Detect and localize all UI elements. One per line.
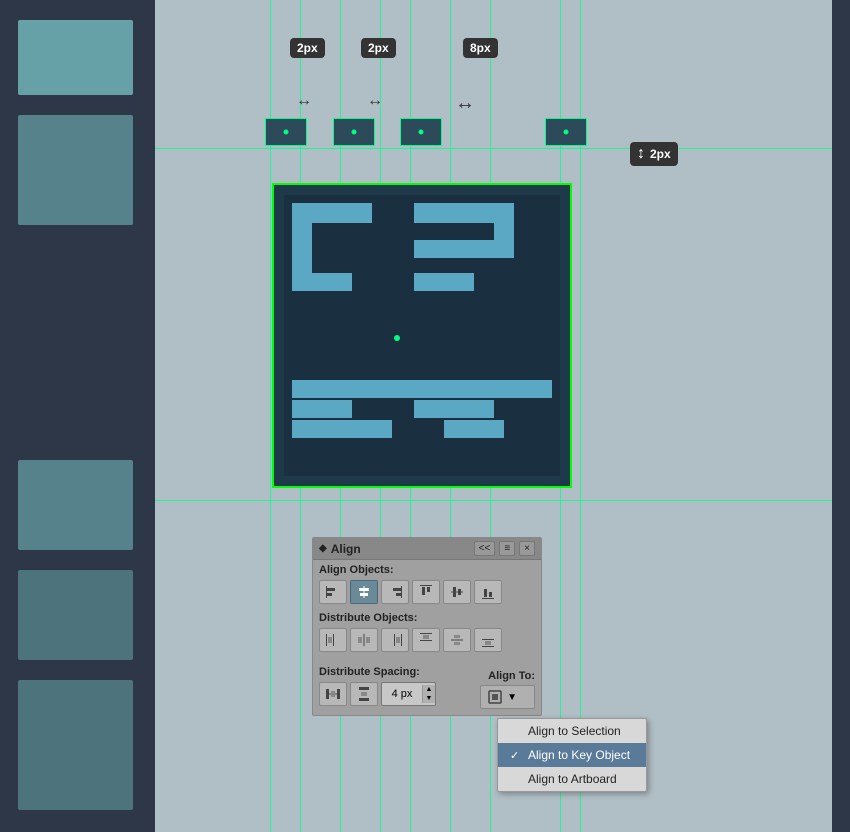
align-to-artboard-item[interactable]: Align to Artboard	[498, 767, 646, 791]
distribute-top-button[interactable]	[412, 628, 440, 652]
teal-block-5	[18, 680, 133, 810]
distribute-objects-buttons	[313, 626, 541, 656]
distribute-bottom-button[interactable]	[474, 628, 502, 652]
spacing-arrow-1: ↔	[296, 92, 312, 110]
small-block-1	[265, 118, 307, 146]
small-block-2	[333, 118, 375, 146]
spacing-label-1: 2px	[290, 38, 325, 58]
small-block-3	[400, 118, 442, 146]
spacing-input-group[interactable]: ▲ ▼	[381, 682, 436, 706]
art-shape-6	[292, 273, 352, 291]
art-shape-5	[414, 240, 494, 258]
art-box	[272, 183, 572, 488]
guideline-h1	[155, 148, 832, 149]
align-middle-v-button[interactable]	[443, 580, 471, 604]
align-center-h-button[interactable]	[350, 580, 378, 604]
distribute-center-h-button[interactable]	[350, 628, 378, 652]
art-shape-8	[292, 380, 552, 398]
teal-block-3	[18, 460, 133, 550]
art-shape-12	[444, 420, 504, 438]
art-shape-11	[292, 420, 392, 438]
art-shape-4	[494, 203, 514, 258]
art-shape-9	[292, 400, 352, 418]
align-objects-label: Align Objects:	[313, 560, 541, 578]
distribute-left-button[interactable]	[319, 628, 347, 652]
align-top-button[interactable]	[412, 580, 440, 604]
align-to-dropdown[interactable]: ▼	[480, 685, 535, 709]
align-to-dropdown-menu: Align to Selection ✓ Align to Key Object…	[497, 718, 647, 792]
align-panel-controls: << ≡ ×	[474, 541, 535, 556]
align-to-key-object-item[interactable]: ✓ Align to Key Object	[498, 743, 646, 767]
spinner-down[interactable]: ▼	[423, 694, 435, 703]
distribute-center-v-button[interactable]	[443, 628, 471, 652]
distribute-right-button[interactable]	[381, 628, 409, 652]
align-to-selection-item[interactable]: Align to Selection	[498, 719, 646, 743]
guideline-h2	[155, 500, 832, 501]
distribute-spacing-label: Distribute Spacing:	[319, 662, 436, 680]
teal-block-1	[18, 20, 133, 95]
spacing-label-2: 2px	[361, 38, 396, 58]
vertical-spacing-label: ↕ 2px	[630, 142, 678, 166]
align-left-button[interactable]	[319, 580, 347, 604]
align-panel-title: ◆ Align	[319, 542, 361, 556]
spacing-value-input[interactable]	[382, 686, 422, 702]
align-objects-buttons	[313, 578, 541, 608]
align-right-button[interactable]	[381, 580, 409, 604]
distribute-spacing-h-button[interactable]	[319, 682, 347, 706]
distribute-spacing-v-button[interactable]	[350, 682, 378, 706]
art-shape-2	[292, 203, 312, 283]
distribute-objects-label: Distribute Objects:	[313, 608, 541, 626]
teal-block-2	[18, 115, 133, 225]
panel-close-button[interactable]: ×	[519, 541, 535, 556]
right-sidebar	[832, 0, 850, 832]
align-to-label: Align To:	[488, 670, 535, 682]
panel-menu-button[interactable]: ≡	[499, 541, 515, 556]
spinner-up[interactable]: ▲	[423, 685, 435, 694]
teal-block-4	[18, 570, 133, 660]
align-bottom-button[interactable]	[474, 580, 502, 604]
spacing-arrow-3: ↔	[455, 92, 475, 115]
spacing-label-3: 8px	[463, 38, 498, 58]
spacing-arrow-2: ↔	[367, 92, 383, 110]
spacing-spinners: ▲ ▼	[422, 685, 435, 703]
art-shape-10	[414, 400, 494, 418]
art-shape-7	[414, 273, 474, 291]
align-panel: ◆ Align << ≡ × Align Objects:	[312, 537, 542, 716]
panel-collapse-button[interactable]: <<	[474, 541, 496, 556]
align-panel-titlebar: ◆ Align << ≡ ×	[313, 538, 541, 560]
small-block-4	[545, 118, 587, 146]
